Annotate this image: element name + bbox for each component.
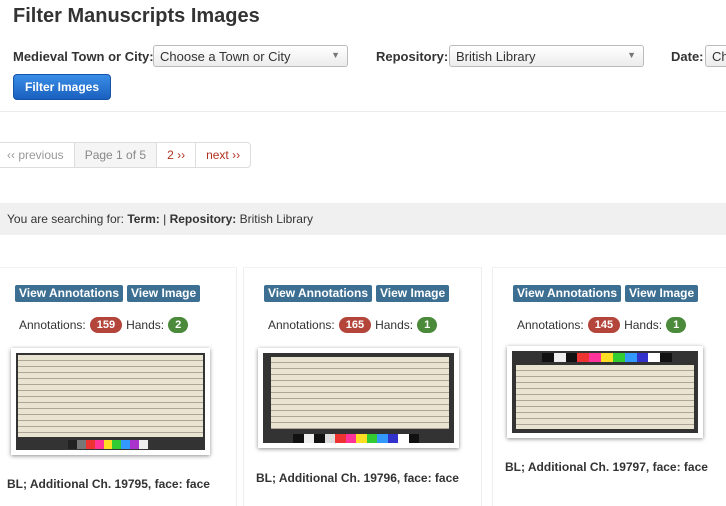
annotations-count-badge: 145	[587, 317, 621, 333]
hands-label: Hands:	[375, 318, 414, 332]
hands-count-badge: 1	[417, 317, 438, 333]
filter-row: Medieval Town or City: Choose a Town or …	[13, 44, 726, 68]
color-calibration-bar	[68, 440, 149, 449]
view-annotations-button[interactable]: View Annotations	[264, 285, 373, 302]
pagination: ‹‹ previous Page 1 of 5 2 ›› next ››	[0, 142, 252, 168]
hands-count-badge: 2	[168, 317, 189, 333]
search-summary-prefix: You are searching for:	[7, 212, 124, 226]
view-image-button[interactable]: View Image	[376, 285, 450, 302]
hands-count-badge: 1	[666, 317, 687, 333]
view-image-button[interactable]: View Image	[625, 285, 699, 302]
pagination-next[interactable]: next ››	[196, 143, 250, 167]
chevron-down-icon: ▼	[627, 50, 636, 60]
town-select-value: Choose a Town or City	[160, 49, 291, 64]
view-image-button[interactable]: View Image	[127, 285, 201, 302]
pagination-current: Page 1 of 5	[74, 143, 158, 167]
result-caption[interactable]: BL; Additional Ch. 19795, face: face	[7, 477, 210, 491]
result-caption[interactable]: BL; Additional Ch. 19797, face: face	[505, 460, 708, 474]
repository-select[interactable]: British Library ▼	[449, 45, 644, 67]
page-title: Filter Manuscripts Images	[13, 5, 260, 27]
view-annotations-button[interactable]: View Annotations	[513, 285, 622, 302]
chevron-down-icon: ▼	[331, 50, 340, 60]
manuscript-thumbnail[interactable]	[11, 348, 210, 455]
hands-label: Hands:	[126, 318, 165, 332]
search-repository-value: British Library	[239, 212, 313, 226]
repository-filter-label: Repository:	[376, 49, 449, 64]
result-card: View Annotations View Image Annotations:…	[492, 267, 726, 506]
search-term-label: Term:	[127, 212, 160, 226]
color-calibration-bar	[542, 353, 672, 362]
repository-select-value: British Library	[456, 49, 536, 64]
filter-images-button[interactable]: Filter Images	[13, 74, 112, 100]
hands-label: Hands:	[624, 318, 663, 332]
color-calibration-bar	[293, 434, 419, 443]
result-caption[interactable]: BL; Additional Ch. 19796, face: face	[256, 471, 459, 485]
view-annotations-button[interactable]: View Annotations	[15, 285, 124, 302]
divider	[0, 111, 726, 112]
manuscript-thumbnail[interactable]	[507, 346, 703, 438]
annotations-label: Annotations:	[19, 318, 86, 332]
annotations-count-badge: 165	[338, 317, 372, 333]
pagination-previous[interactable]: ‹‹ previous	[0, 143, 75, 167]
search-separator: |	[163, 212, 167, 226]
date-filter-label: Date:	[671, 49, 704, 64]
annotations-label: Annotations:	[268, 318, 335, 332]
result-card: View Annotations View Image Annotations:…	[0, 267, 237, 506]
annotations-count-badge: 159	[89, 317, 123, 333]
result-card: View Annotations View Image Annotations:…	[243, 267, 482, 506]
manuscript-thumbnail[interactable]	[258, 348, 459, 448]
annotations-label: Annotations:	[517, 318, 584, 332]
search-repository-label: Repository:	[169, 212, 237, 226]
date-select-value: Ch	[712, 49, 726, 64]
search-summary: You are searching for: Term: | Repositor…	[0, 203, 726, 235]
town-filter-label: Medieval Town or City:	[13, 49, 154, 64]
pagination-page-2[interactable]: 2 ››	[157, 143, 197, 167]
date-select[interactable]: Ch	[705, 45, 726, 67]
town-select[interactable]: Choose a Town or City ▼	[153, 45, 348, 67]
